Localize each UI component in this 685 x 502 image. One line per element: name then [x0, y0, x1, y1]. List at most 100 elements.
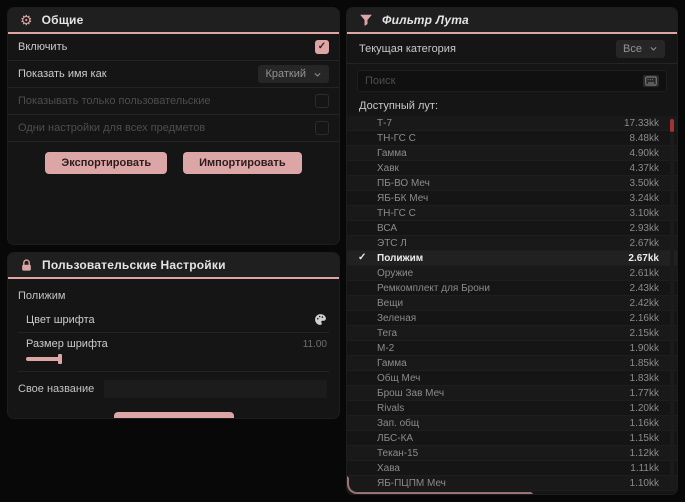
loot-item-value: 3.10kk — [629, 207, 659, 219]
loot-item-value: 2.43kk — [629, 282, 659, 294]
same-for-all-row: Одни настройки для всех предметов — [8, 115, 339, 142]
font-color-row: Цвет шрифта — [18, 307, 329, 333]
loot-item-name: Ремкомплект для Брони — [377, 282, 490, 294]
loot-item[interactable]: ✓ Оружие 2.61kk — [347, 266, 677, 281]
loot-item[interactable]: ✓ Гамма 1.85kk — [347, 356, 677, 371]
loot-item-name: Текан-15 — [377, 447, 419, 459]
gear-icon: ⚙ — [20, 12, 33, 28]
loot-item-value: 4.37kk — [629, 162, 659, 174]
enable-row: Включить ✓ — [8, 34, 339, 61]
palette-icon[interactable] — [314, 313, 327, 326]
panel-general-body: Включить ✓ Показать имя как Краткий Пока… — [8, 34, 339, 184]
chevron-down-icon — [313, 70, 322, 79]
loot-item-name: М-2 — [377, 342, 395, 354]
loot-item[interactable]: ✓ Ремкомплект для Брони 2.43kk — [347, 281, 677, 296]
keyboard-icon[interactable] — [643, 75, 659, 87]
loot-item[interactable]: ✓ Общ Меч 1.83kk — [347, 371, 677, 386]
panel-loot-filter: Фильтр Лута Текущая категория Все Поиск … — [347, 8, 677, 494]
loot-item-value: 1.16kk — [629, 417, 659, 429]
loot-item-name: Общ Меч — [377, 372, 421, 384]
scrollbar-thumb[interactable] — [670, 119, 674, 132]
show-name-value: Краткий — [265, 68, 306, 80]
loot-item-name: Гамма — [377, 147, 407, 159]
loot-item-name: Полижим — [377, 252, 424, 264]
loot-item-value: 2.15kk — [629, 327, 659, 339]
layout: ⚙ Общие Включить ✓ Показать имя как Крат… — [0, 0, 685, 502]
panel-general: ⚙ Общие Включить ✓ Показать имя как Крат… — [8, 8, 339, 244]
loot-item[interactable]: ✓ Гамма 4.90kk — [347, 146, 677, 161]
loot-item-value: 3.24kk — [629, 192, 659, 204]
scrollbar[interactable] — [670, 116, 674, 487]
show-name-row: Показать имя как Краткий — [8, 61, 339, 88]
panel-general-header: ⚙ Общие — [8, 8, 339, 34]
right-column: Фильтр Лута Текущая категория Все Поиск … — [347, 8, 677, 494]
loot-item-name: Зеленая — [377, 312, 417, 324]
category-row: Текущая категория Все — [347, 34, 677, 64]
loot-list-label: Доступный лут: — [359, 100, 439, 112]
same-for-all-checkbox[interactable] — [315, 121, 329, 135]
loot-item-name: ЯБ-БК Меч — [377, 192, 429, 204]
loot-item[interactable]: ✓ Rivals 1.20kk — [347, 401, 677, 416]
loot-item-name: ЯБ-ПЦПМ Меч — [377, 477, 446, 489]
loot-item-name: ВСА — [377, 222, 398, 234]
category-label: Текущая категория — [359, 42, 456, 55]
loot-item[interactable]: ✓ ТН-ГС С 8.48kk — [347, 131, 677, 146]
panel-filter-header: Фильтр Лута — [347, 8, 677, 34]
loot-item[interactable]: ✓ Зап. общ 1.16kk — [347, 416, 677, 431]
loot-item[interactable]: ✓ М-2 1.90kk — [347, 341, 677, 356]
loot-item-value: 1.12kk — [629, 447, 659, 459]
loot-item[interactable]: ✓ Хава 1.11kk — [347, 461, 677, 476]
same-for-all-label: Одни настройки для всех предметов — [18, 122, 206, 134]
loot-item[interactable]: ✓ ЯБ-БК Меч 3.24kk — [347, 191, 677, 206]
loot-item[interactable]: ✓ ТН-ГС С 3.10kk — [347, 206, 677, 221]
app-root: { "panels": { "general": { "title": "Общ… — [0, 0, 685, 502]
loot-item[interactable]: ✓ Тега 2.15kk — [347, 326, 677, 341]
loot-item-value: 1.90kk — [629, 342, 659, 354]
only-custom-checkbox[interactable] — [315, 94, 329, 108]
loot-item-value: 2.16kk — [629, 312, 659, 324]
loot-item[interactable]: ✓ ВСА 2.93kk — [347, 221, 677, 236]
font-size-row: Размер шрифта 11.00 — [18, 333, 329, 372]
loot-item[interactable]: ✓ Полижим 2.67kk — [347, 251, 677, 266]
loot-item-value: 2.67kk — [628, 252, 659, 264]
chevron-down-icon — [649, 44, 658, 53]
show-name-select[interactable]: Краткий — [258, 65, 329, 83]
loot-item-name: ЛБС-КА — [377, 432, 414, 444]
loot-item[interactable]: ✓ Зеленая 2.16kk — [347, 311, 677, 326]
category-select[interactable]: Все — [616, 39, 665, 58]
loot-item-name: ТН-ГС С — [377, 132, 416, 144]
loot-item[interactable]: ✓ ЯБ-ПЦПМ Меч 1.10kk — [347, 476, 677, 491]
panel-custom-settings: Пользовательские Настройки Полижим Цвет … — [8, 253, 339, 418]
search-input[interactable] — [365, 75, 637, 87]
loot-item-name: Оружие — [377, 267, 414, 279]
only-custom-row: Показывать только пользовательские — [8, 88, 339, 115]
loot-item-value: 2.93kk — [629, 222, 659, 234]
loot-item-name: ТН-ГС С — [377, 207, 416, 219]
loot-item[interactable]: ✓ Текан-15 1.12kk — [347, 446, 677, 461]
custom-name-input[interactable] — [104, 380, 327, 398]
loot-item[interactable]: ✓ Т-7 17.33kk — [347, 116, 677, 131]
loot-item-value: 4.90kk — [629, 147, 659, 159]
show-name-label: Показать имя как — [18, 68, 107, 80]
loot-item-value: 1.85kk — [629, 357, 659, 369]
selected-item-name: Полижим — [18, 290, 66, 302]
export-button[interactable]: Экспортировать — [45, 152, 168, 174]
import-button[interactable]: Импортировать — [183, 152, 302, 174]
panel-general-title: Общие — [41, 13, 84, 27]
font-size-slider[interactable] — [26, 354, 106, 364]
loot-item[interactable]: ✓ ПБ-ВО Меч 3.50kk — [347, 176, 677, 191]
checkmark-icon: ✓ — [358, 252, 367, 263]
delete-button[interactable]: Удалить — [113, 412, 234, 418]
loot-item[interactable]: ✓ Брош Зав Меч 1.77kk — [347, 386, 677, 401]
loot-item-name: Хава — [377, 462, 400, 474]
loot-item[interactable]: ✓ ЛБС-КА 1.15kk — [347, 431, 677, 446]
loot-item-value: 1.77kk — [629, 387, 659, 399]
loot-item[interactable]: ✓ Хавк 4.37kk — [347, 161, 677, 176]
loot-item[interactable]: ✓ Вещи 2.42kk — [347, 296, 677, 311]
loot-item-value: 1.11kk — [630, 462, 659, 474]
loot-item-value: 8.48kk — [629, 132, 659, 144]
enable-checkbox[interactable]: ✓ — [315, 40, 329, 54]
loot-item[interactable]: ✓ ЭТС Л 2.67kk — [347, 236, 677, 251]
search-bar — [357, 70, 667, 92]
slider-handle[interactable] — [58, 354, 62, 364]
